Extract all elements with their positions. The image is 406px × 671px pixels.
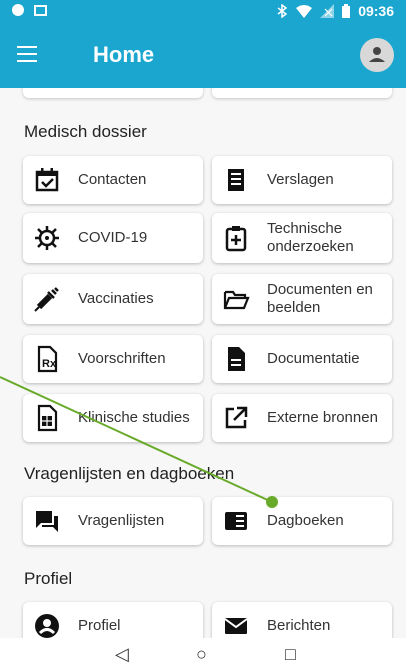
card-externe-bronnen[interactable]: Externe bronnen bbox=[212, 394, 392, 442]
status-right: 09:36 bbox=[276, 3, 394, 19]
card-label: COVID-19 bbox=[78, 229, 148, 246]
signal-icon bbox=[320, 4, 335, 18]
bluetooth-icon bbox=[277, 4, 288, 18]
syringe-icon bbox=[34, 287, 59, 312]
card-vragenlijsten[interactable]: Vragenlijsten bbox=[23, 497, 203, 545]
hamburger-menu-icon[interactable] bbox=[17, 46, 37, 62]
card-verslagen[interactable]: Verslagen bbox=[212, 156, 392, 204]
file-document-icon bbox=[228, 347, 245, 371]
card-profiel[interactable]: Profiel bbox=[23, 602, 203, 638]
account-circle-icon bbox=[35, 614, 59, 638]
card-vaccinaties[interactable]: Vaccinaties bbox=[23, 274, 203, 324]
calendar-check-icon bbox=[35, 168, 59, 192]
image-notification-icon bbox=[34, 4, 47, 16]
receipt-icon bbox=[228, 169, 244, 191]
card-label: Berichten bbox=[267, 617, 331, 634]
card-contacten[interactable]: Contacten bbox=[23, 156, 203, 204]
card-technische-onderzoeken[interactable]: Technische onderzoeken bbox=[212, 213, 392, 263]
card-label: Externe bronnen bbox=[267, 409, 378, 426]
clipboard-plus-icon bbox=[225, 226, 247, 252]
file-table-icon bbox=[37, 404, 58, 432]
page-title: Home bbox=[93, 42, 155, 67]
card-covid[interactable]: COVID-19 bbox=[23, 213, 203, 263]
status-bar: 09:36 bbox=[0, 0, 406, 22]
email-icon bbox=[224, 618, 248, 634]
section-title: Profiel bbox=[24, 569, 73, 588]
card-label: Vaccinaties bbox=[78, 290, 154, 307]
partial-card bbox=[212, 88, 392, 98]
svg-text:Rx: Rx bbox=[42, 358, 57, 370]
battery-icon bbox=[342, 4, 351, 18]
card-voorschriften[interactable]: Rx Voorschriften bbox=[23, 335, 203, 383]
section-title: Medisch dossier bbox=[24, 122, 147, 141]
book-open-icon bbox=[225, 512, 247, 530]
system-nav-bar: ◁ ○ □ bbox=[0, 640, 406, 671]
status-left bbox=[12, 4, 47, 16]
card-label: Vragenlijsten bbox=[78, 512, 165, 529]
card-dagboeken[interactable]: Dagboeken bbox=[212, 497, 392, 545]
home-button[interactable]: ○ bbox=[196, 644, 207, 665]
account-icon[interactable] bbox=[360, 38, 394, 72]
card-label: Documenten en beelden bbox=[267, 281, 373, 316]
home-content[interactable]: Medisch dossier Contacten Verslagen COVI… bbox=[0, 88, 406, 638]
card-klinische-studies[interactable]: Klinische studies bbox=[23, 394, 203, 442]
card-label: Klinische studies bbox=[78, 409, 190, 426]
card-label: Contacten bbox=[78, 171, 147, 188]
card-label: Profiel bbox=[78, 617, 121, 634]
card-label: Technische onderzoeken bbox=[267, 220, 354, 255]
folder-open-icon bbox=[223, 290, 250, 310]
card-label: Documentatie bbox=[267, 350, 360, 367]
card-label: Voorschriften bbox=[78, 350, 166, 367]
section-title: Vragenlijsten en dagboeken bbox=[24, 464, 235, 483]
card-documentatie[interactable]: Documentatie bbox=[212, 335, 392, 383]
back-button[interactable]: ◁ bbox=[115, 644, 129, 665]
card-berichten[interactable]: Berichten bbox=[212, 602, 392, 638]
card-label: Verslagen bbox=[267, 171, 334, 188]
prescription-icon: Rx bbox=[37, 345, 58, 373]
card-label: Dagboeken bbox=[267, 512, 344, 529]
partial-card bbox=[23, 88, 203, 98]
open-in-new-icon bbox=[225, 406, 248, 429]
notification-dot-icon bbox=[12, 4, 24, 16]
app-bar: Home bbox=[0, 22, 406, 88]
forum-icon bbox=[36, 511, 58, 532]
recent-apps-button[interactable]: □ bbox=[285, 644, 296, 665]
virus-icon bbox=[35, 226, 59, 250]
card-documenten-beelden[interactable]: Documenten en beelden bbox=[212, 274, 392, 324]
wifi-icon bbox=[296, 4, 313, 18]
status-time: 09:36 bbox=[358, 3, 394, 19]
